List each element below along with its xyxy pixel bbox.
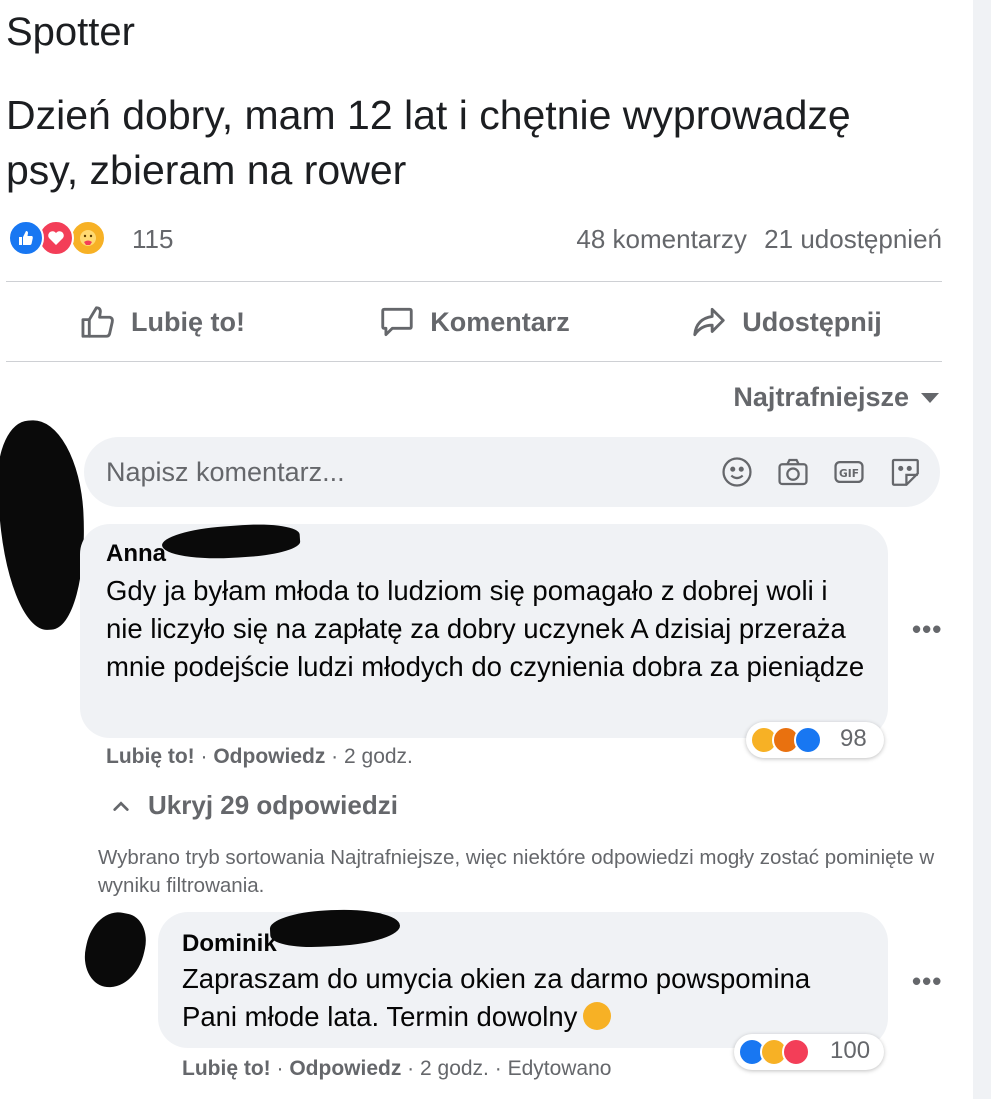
comment-time[interactable]: 2 godz. xyxy=(344,745,413,768)
comment-text: Gdy ja byłam młoda to ludziom się pomaga… xyxy=(106,575,865,682)
comment-reaction-count: 98 xyxy=(840,725,867,752)
like-reaction-icon xyxy=(794,726,822,754)
reaction-icons[interactable] xyxy=(8,220,120,256)
reply-text: Zapraszam do umycia okien za darmo powsp… xyxy=(182,963,811,1032)
comment-bubble-icon xyxy=(381,307,413,337)
reply-more-options-icon[interactable]: ••• xyxy=(912,966,942,997)
comment-more-options-icon[interactable]: ••• xyxy=(912,614,942,645)
post-reaction-count[interactable]: 115 xyxy=(132,224,173,255)
share-button[interactable]: Udostępnij xyxy=(630,283,942,361)
share-button-label: Udostępnij xyxy=(742,306,882,337)
comment-button-label: Komentarz xyxy=(430,306,570,337)
post-reactions-summary[interactable]: 115 48 komentarzy 21 udostępnień xyxy=(8,220,942,260)
post-text: Dzień dobry, mam 12 lat i chętnie wyprow… xyxy=(6,92,851,193)
comment-reply-link[interactable]: Odpowiedz xyxy=(213,745,325,768)
comment-count-link[interactable]: 48 komentarzy xyxy=(576,224,747,254)
comment-composer[interactable]: Napisz komentarz... GIF xyxy=(84,437,940,507)
sort-label: Najtrafniejsze xyxy=(733,382,909,412)
reply-reactions[interactable]: 100 xyxy=(734,1034,884,1070)
like-button-label: Lubię to! xyxy=(131,306,245,337)
comment-sort-dropdown[interactable]: Najtrafniejsze xyxy=(733,382,939,413)
share-count-link[interactable]: 21 udostępnień xyxy=(764,224,942,254)
comment-meta: Lubię to! · Odpowiedz · 2 godz. xyxy=(106,745,413,768)
reply-like-link[interactable]: Lubię to! xyxy=(182,1057,271,1080)
reply-reply-link[interactable]: Odpowiedz xyxy=(289,1057,401,1080)
comment-reactions[interactable]: 98 xyxy=(746,722,884,758)
composer-tools: GIF xyxy=(698,455,922,489)
reply-time[interactable]: 2 godz. xyxy=(420,1057,489,1080)
comment-button[interactable]: Komentarz xyxy=(318,283,630,361)
edited-label[interactable]: Edytowano xyxy=(508,1057,612,1080)
filter-note: Wybrano tryb sortowania Najtrafniejsze, … xyxy=(98,846,935,897)
love-reaction-icon xyxy=(782,1038,810,1066)
reply-bubble: Dominik Zapraszam do umycia okien za dar… xyxy=(158,912,888,1048)
page-name[interactable]: Spotter xyxy=(6,10,135,55)
emoji-icon[interactable] xyxy=(720,455,754,489)
share-arrow-icon xyxy=(693,307,725,337)
divider xyxy=(6,281,942,282)
caret-down-icon xyxy=(921,392,939,403)
reply-meta: Lubię to! · Odpowiedz · 2 godz. · Edytow… xyxy=(182,1057,612,1080)
post-stats: 48 komentarzy 21 udostępnień xyxy=(566,224,942,255)
page-edge-strip xyxy=(973,0,991,1099)
post-actions-bar: Lubię to! Komentarz Udostępnij xyxy=(6,283,942,361)
comment-like-link[interactable]: Lubię to! xyxy=(106,745,195,768)
thumbs-up-icon xyxy=(81,306,114,338)
comment-author[interactable]: Anna xyxy=(106,540,166,568)
hide-replies-label: Ukryj 29 odpowiedzi xyxy=(148,790,398,820)
like-reaction-icon xyxy=(8,220,44,256)
camera-icon[interactable] xyxy=(776,455,810,489)
chevron-up-icon xyxy=(113,800,129,811)
svg-text:GIF: GIF xyxy=(839,467,859,480)
like-button[interactable]: Lubię to! xyxy=(6,283,318,361)
reply-avatar[interactable] xyxy=(78,906,152,994)
sticker-icon[interactable] xyxy=(888,455,922,489)
comment-input[interactable]: Napisz komentarz... xyxy=(106,457,345,488)
hide-replies-toggle[interactable]: Ukryj 29 odpowiedzi xyxy=(112,790,398,821)
commenter-avatar[interactable] xyxy=(0,417,90,633)
gif-icon[interactable]: GIF xyxy=(832,455,866,489)
reply-text-block: Zapraszam do umycia okien za darmo powsp… xyxy=(182,960,862,1036)
divider xyxy=(6,361,942,362)
reply-author[interactable]: Dominik xyxy=(182,930,277,958)
reply-reaction-count: 100 xyxy=(830,1037,871,1064)
laughing-emoji-icon xyxy=(583,1002,612,1030)
care-reaction-icon xyxy=(70,220,106,256)
